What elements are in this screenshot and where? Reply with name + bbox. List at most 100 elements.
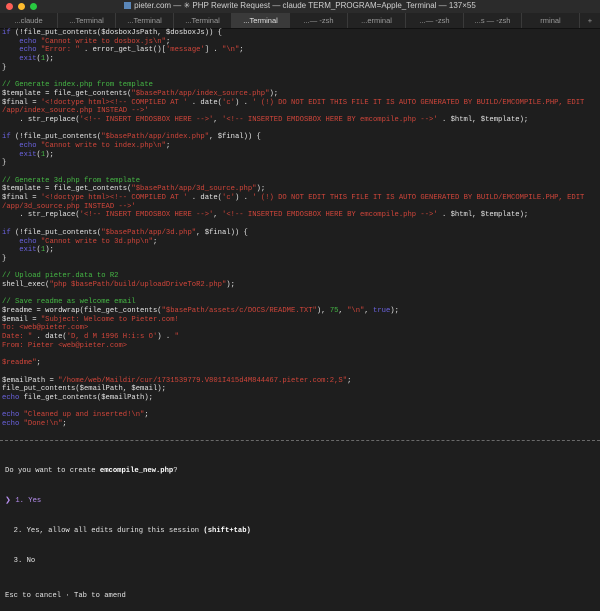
- code-token: // Generate 3d.php from template: [2, 177, 140, 185]
- folder-icon: [124, 2, 131, 9]
- code-token: '<!-- INSERTED EMDOSBOX HERE BY emcompil…: [222, 116, 438, 124]
- prompt-question: Do you want to create emcompile_new.php?: [5, 466, 251, 476]
- tab-8[interactable]: ...s — -zsh: [464, 13, 522, 28]
- code-line: . str_replace('<!-- INSERT EMDOSBOX HERE…: [2, 116, 598, 125]
- code-token: );: [45, 246, 54, 254]
- code-token: "\n": [347, 307, 364, 315]
- code-token: $emailPath =: [2, 377, 58, 385]
- code-token: . $html, $template);: [438, 116, 529, 124]
- window-title: pieter.com — ✳ PHP Rewrite Request — cla…: [0, 1, 600, 10]
- tab-2[interactable]: ...Terminal: [116, 13, 174, 28]
- code-line: }: [2, 159, 598, 168]
- code-line: /app/3d_source.php INSTEAD -->': [2, 203, 598, 212]
- code-token: . date(: [32, 333, 67, 341]
- code-token: $readme": [2, 359, 37, 367]
- question-text: Do you want to create: [5, 467, 100, 475]
- option-yes[interactable]: ❯ 1. Yes: [5, 496, 251, 506]
- code-token: [2, 46, 19, 54]
- tab-0[interactable]: ...claude: [0, 13, 58, 28]
- code-token: (!file_put_contents($dosboxJsPath, $dosb…: [11, 29, 222, 37]
- code-token: /app/3d_source.php INSTEAD -->': [2, 203, 136, 211]
- code-token: );: [45, 55, 54, 63]
- code-line: echo "Cleaned up and inserted!\n";: [2, 411, 598, 420]
- code-line: [2, 125, 598, 134]
- code-token: '<!doctype html><!-- COMPILED AT ': [41, 194, 188, 202]
- code-token: ' (!) DO NOT EDIT THIS FILE IT IS AUTO G…: [252, 194, 584, 202]
- tab-6[interactable]: ...erminal: [348, 13, 406, 28]
- title-bar: pieter.com — ✳ PHP Rewrite Request — cla…: [0, 0, 600, 13]
- code-line: exit(1);: [2, 246, 598, 255]
- window-title-text: pieter.com — ✳ PHP Rewrite Request — cla…: [134, 1, 476, 10]
- code-token: "Cannot write to 3d.php\n": [37, 238, 153, 246]
- code-line: [2, 350, 598, 359]
- code-line: if (!file_put_contents($dosboxJsPath, $d…: [2, 29, 598, 38]
- code-line: echo "Cannot write to dosbox.js\n";: [2, 38, 598, 47]
- code-token: Date: ": [2, 333, 32, 341]
- code-token: );: [269, 90, 278, 98]
- code-token: "$basePath/app/index.php": [101, 133, 209, 141]
- code-token: '<!-- INSERT EMDOSBOX HERE -->': [80, 116, 214, 124]
- code-token: if: [2, 133, 11, 141]
- code-line: echo "Done!\n";: [2, 420, 598, 429]
- code-token: ;: [166, 38, 170, 46]
- code-line: [2, 290, 598, 299]
- code-line: }: [2, 255, 598, 264]
- code-line: // Upload pieter.data to R2: [2, 272, 598, 281]
- code-token: true: [373, 307, 390, 315]
- cursor-icon: ❯: [5, 497, 11, 505]
- code-line: /app/index_source.php INSTEAD -->': [2, 107, 598, 116]
- code-token: ),: [317, 307, 330, 315]
- code-token: "Cleaned up and inserted!\n": [19, 411, 144, 419]
- code-token: ;: [62, 420, 66, 428]
- option-label: 2. Yes, allow all edits during this sess…: [14, 527, 204, 535]
- code-token: "$basePath/app/3d.php": [101, 229, 196, 237]
- option-label: 1. Yes: [15, 497, 41, 505]
- tab-9[interactable]: rminal: [522, 13, 580, 28]
- code-token: $email =: [2, 316, 41, 324]
- code-token: '<!-- INSERTED EMDOSBOX HERE BY emcompil…: [222, 211, 438, 219]
- code-token: (!file_put_contents(: [11, 229, 102, 237]
- option-yes-all[interactable]: 2. Yes, allow all edits during this sess…: [5, 526, 251, 536]
- code-token: }: [2, 255, 6, 263]
- tab-1[interactable]: ...Terminal: [58, 13, 116, 28]
- code-token: if: [2, 29, 11, 37]
- code-token: "$basePath/app/index_source.php": [131, 90, 269, 98]
- code-token: 'message': [166, 46, 205, 54]
- code-line: if (!file_put_contents("$basePath/app/in…: [2, 133, 598, 142]
- code-token: "$basePath/app/3d_source.php": [131, 185, 256, 193]
- code-token: }: [2, 159, 6, 167]
- code-line: $template = file_get_contents("$basePath…: [2, 90, 598, 99]
- code-token: $readme = wordwrap(file_get_contents(: [2, 307, 162, 315]
- tab-5[interactable]: ...— -zsh: [290, 13, 348, 28]
- option-no[interactable]: 3. No: [5, 556, 251, 566]
- new-tab-button[interactable]: +: [580, 13, 600, 28]
- code-token: $template = file_get_contents(: [2, 90, 131, 98]
- code-token: From: Pieter <web@pieter.com>: [2, 342, 127, 350]
- tab-4[interactable]: ...Terminal: [232, 13, 290, 28]
- code-line: From: Pieter <web@pieter.com>: [2, 342, 598, 351]
- code-line: file_put_contents($emailPath, $email);: [2, 385, 598, 394]
- code-token: echo: [19, 142, 36, 150]
- code-line: [2, 264, 598, 273]
- code-token: "\n": [222, 46, 239, 54]
- code-token: exit: [19, 151, 36, 159]
- code-token: ;: [144, 411, 148, 419]
- tab-7[interactable]: ...— -zsh: [406, 13, 464, 28]
- tab-3[interactable]: ...Terminal: [174, 13, 232, 28]
- code-token: . error_get_last()[: [80, 46, 166, 54]
- code-token: exit: [19, 55, 36, 63]
- code-line: $emailPath = "/home/web/Maildir/cur/1731…: [2, 377, 598, 386]
- code-token: [2, 151, 19, 159]
- code-token: ,: [364, 307, 373, 315]
- code-token: // Save readme as welcome email: [2, 298, 136, 306]
- code-token: "Cannot write to dosbox.js\n": [37, 38, 166, 46]
- code-line: [2, 403, 598, 412]
- code-token: '<!doctype html><!-- COMPILED AT ': [41, 99, 188, 107]
- code-line: [2, 72, 598, 81]
- code-line: $email = "Subject: Welcome to Pieter.com…: [2, 316, 598, 325]
- code-token: ;: [166, 142, 170, 150]
- code-token: ) .: [235, 99, 252, 107]
- code-token: shell_exec(: [2, 281, 49, 289]
- option-hint: (shift+tab): [203, 527, 250, 535]
- code-line: // Save readme as welcome email: [2, 298, 598, 307]
